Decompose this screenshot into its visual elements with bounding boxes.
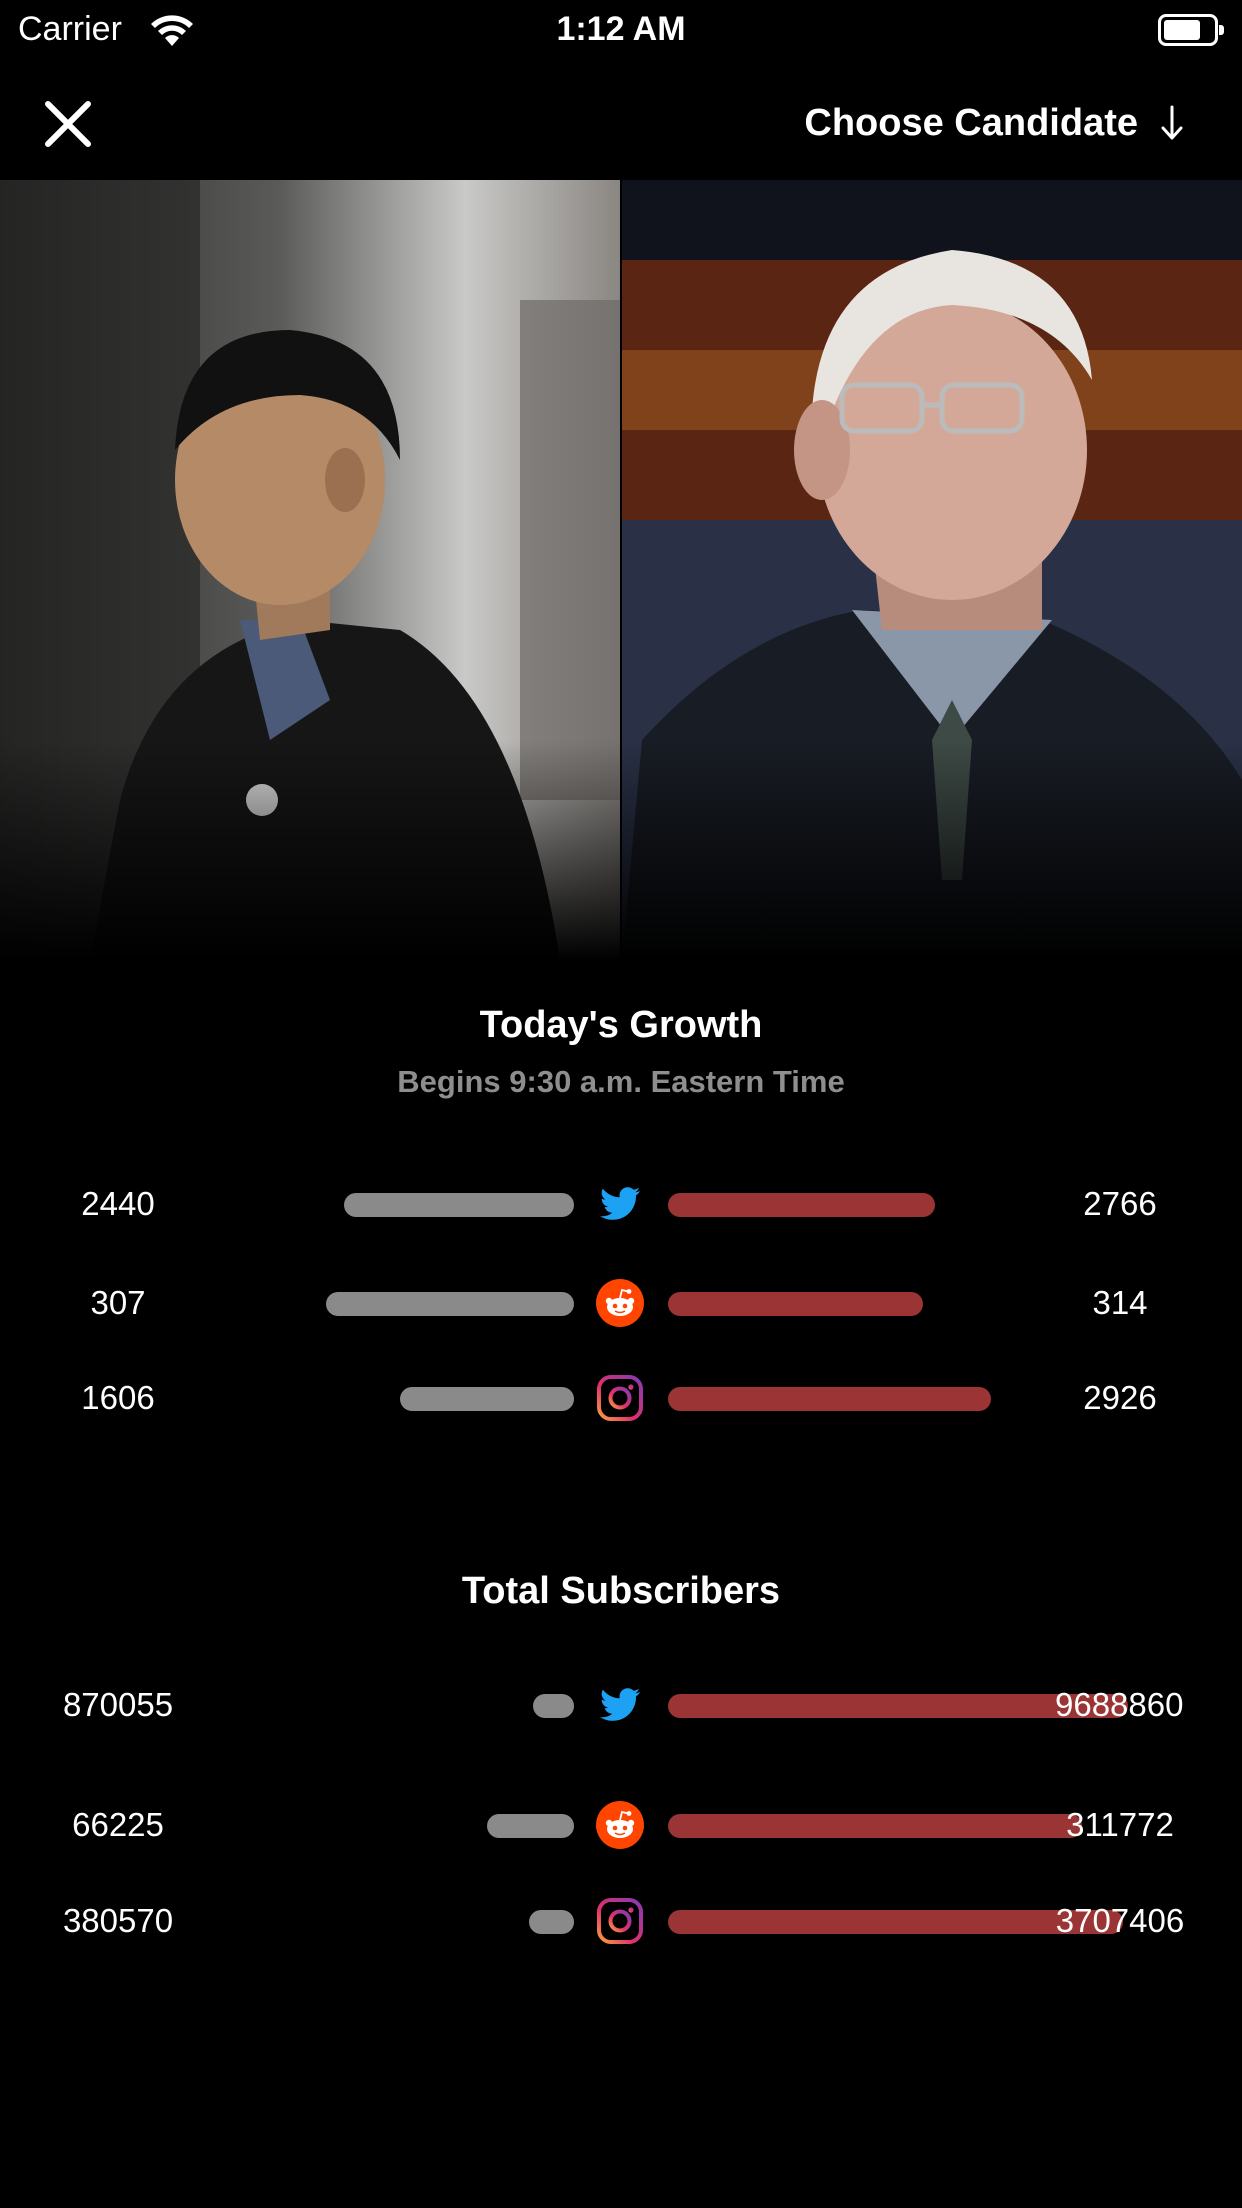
app-screen: Carrier 1:12 AM Choose Candidate Today's…: [0, 0, 1242, 2208]
totals-row-twitter: 870055 9688860: [0, 1670, 1242, 1740]
right-bar: [668, 1387, 991, 1411]
instagram-icon: [596, 1374, 644, 1422]
right-value: 9688860: [1055, 1686, 1184, 1723]
totals-row-instagram: 380570 3707406: [0, 1886, 1242, 1956]
right-value: 2766: [1083, 1185, 1157, 1222]
close-button[interactable]: [40, 96, 96, 152]
instagram-icon: [596, 1897, 644, 1945]
arrow-down-icon: [1161, 105, 1183, 140]
left-value: 2440: [81, 1185, 155, 1222]
right-bar: [668, 1193, 935, 1217]
totals-row-reddit: 66225 311772: [0, 1790, 1242, 1860]
left-bar: [529, 1910, 574, 1934]
right-bar: [668, 1292, 923, 1316]
left-bar: [344, 1193, 574, 1217]
right-value: 2926: [1083, 1379, 1157, 1416]
left-value: 1606: [81, 1379, 155, 1416]
left-value: 307: [90, 1284, 146, 1321]
status-bar: Carrier 1:12 AM: [0, 0, 1242, 62]
right-candidate-photo[interactable]: [622, 180, 1242, 960]
close-icon: [45, 101, 91, 147]
left-value: 870055: [62, 1686, 174, 1723]
left-bar: [326, 1292, 574, 1316]
growth-row-twitter: 2440 2766: [0, 1169, 1242, 1239]
totals-title: Total Subscribers: [461, 1570, 781, 1612]
candidate-photos: [0, 180, 1242, 960]
left-candidate-photo[interactable]: [0, 180, 620, 960]
choose-candidate-label: Choose Candidate: [804, 101, 1138, 144]
left-bar: [533, 1694, 574, 1718]
growth-row-reddit: 307 314: [0, 1268, 1242, 1338]
nav-bar: Choose Candidate: [0, 62, 1242, 180]
twitter-icon: [596, 1180, 644, 1228]
right-bar: [668, 1814, 1082, 1838]
battery-icon: [1158, 14, 1224, 46]
right-value: 311772: [1066, 1806, 1174, 1843]
right-value: 314: [1092, 1284, 1148, 1321]
reddit-icon: [596, 1801, 644, 1849]
left-bar: [400, 1387, 574, 1411]
reddit-icon: [596, 1279, 644, 1327]
right-value: 3707406: [1055, 1902, 1185, 1939]
status-time: 1:12 AM: [556, 10, 686, 48]
choose-candidate-button[interactable]: Choose Candidate: [804, 98, 1186, 148]
left-value: 66225: [72, 1806, 164, 1843]
growth-title: Today's Growth: [479, 1004, 763, 1046]
growth-subtitle: Begins 9:30 a.m. Eastern Time: [397, 1064, 845, 1099]
twitter-icon: [596, 1681, 644, 1729]
left-bar: [487, 1814, 574, 1838]
left-value: 380570: [62, 1902, 174, 1939]
growth-row-instagram: 1606 2926: [0, 1363, 1242, 1433]
